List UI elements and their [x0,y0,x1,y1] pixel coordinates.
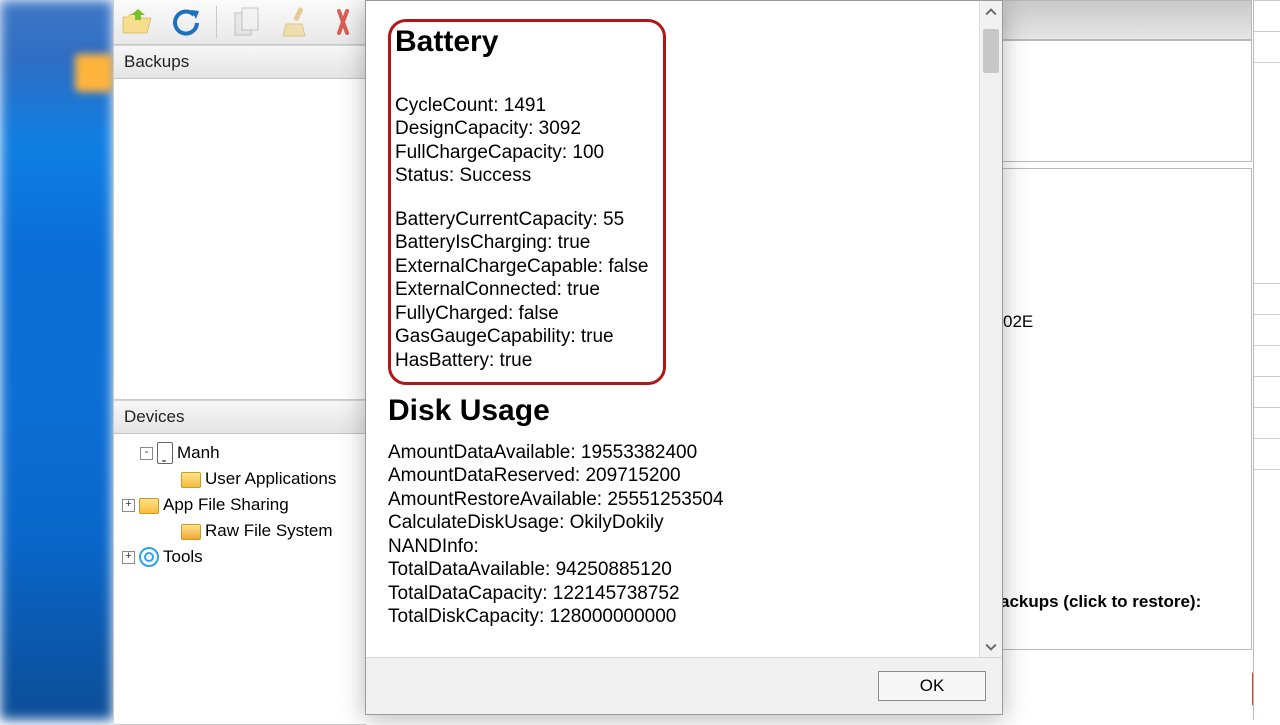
info-row: AmountDataReserved: 209715200 [388,464,962,488]
refresh-button[interactable] [168,5,202,39]
expand-icon[interactable]: + [122,499,135,512]
info-row: CycleCount: 1491 [395,94,653,118]
disk-heading: Disk Usage [388,399,962,423]
info-row: FullChargeCapacity: 100 [395,141,653,165]
ok-button[interactable]: OK [878,671,986,701]
device-info-dialog: × Battery CycleCount: 1491DesignCapacity… [365,0,1003,715]
dialog-footer: OK [366,657,1002,714]
info-row: FullyCharged: false [395,302,653,326]
battery-highlight-box: Battery CycleCount: 1491DesignCapacity: … [388,19,666,385]
chevron-down-icon [985,641,997,653]
toolbar [114,0,366,45]
folder-icon [181,524,201,540]
devices-header: Devices [114,400,366,434]
open-folder-button[interactable] [120,5,154,39]
copy-button[interactable] [231,5,265,39]
info-row: ExternalChargeCapable: false [395,255,653,279]
delete-icon [336,7,350,37]
info-row: BatteryCurrentCapacity: 55 [395,208,653,232]
scrollbar-thumb[interactable] [983,29,999,73]
backups-panel [114,79,366,400]
open-folder-icon [121,8,153,36]
collapse-icon[interactable]: - [140,447,153,460]
expand-icon[interactable]: + [122,551,135,564]
info-row: DesignCapacity: 3092 [395,117,653,141]
copy-icon [233,7,261,37]
folder-icon [181,472,201,488]
tree-label: Tools [163,544,203,570]
tree-node-tools[interactable]: + Tools [104,544,362,570]
folder-icon [139,498,159,514]
dialog-content: Battery CycleCount: 1491DesignCapacity: … [366,1,980,658]
gear-icon [139,547,159,567]
info-row: AmountRestoreAvailable: 25551253504 [388,488,962,512]
info-row: TotalDiskCapacity: 128000000000 [388,605,962,629]
info-row: Status: Success [395,164,653,188]
refresh-icon [170,7,200,37]
desktop-blur [0,0,113,720]
battery-heading: Battery [395,30,653,54]
background-window: 02E ackups (click to restore): [1000,0,1260,720]
tree-node-device[interactable]: - Manh [122,440,362,466]
delete-button[interactable] [326,5,360,39]
tree-node-raw-fs[interactable]: Raw File System [122,518,362,544]
desktop-icon [75,54,113,92]
info-row: TotalDataCapacity: 122145738752 [388,582,962,606]
devices-panel: - Manh User Applications + App File Shar… [114,434,366,725]
backups-hint: ackups (click to restore): [1000,592,1201,612]
tree-label: Raw File System [205,518,333,544]
brush-icon [280,6,310,38]
info-row: HasBattery: true [395,349,653,373]
clean-button[interactable] [278,5,312,39]
device-tree: - Manh User Applications + App File Shar… [114,434,366,582]
info-row: CalculateDiskUsage: OkilyDokily [388,511,962,535]
serial-fragment: 02E [1003,312,1033,332]
tree-label: User Applications [205,466,336,492]
tree-node-user-apps[interactable]: User Applications [122,466,362,492]
background-window-2 [1253,0,1280,720]
phone-icon [157,442,173,464]
info-row: ExternalConnected: true [395,278,653,302]
app-left-column: Backups Devices - Manh User Applications… [113,0,366,720]
info-row: BatteryIsCharging: true [395,231,653,255]
device-label: Manh [177,440,220,466]
info-row: NANDInfo: [388,535,962,559]
scroll-up-button[interactable] [980,1,1002,23]
scroll-down-button[interactable] [980,636,1002,658]
backups-header: Backups [114,45,366,79]
vertical-scrollbar[interactable] [979,1,1002,658]
tree-label: App File Sharing [163,492,289,518]
tree-node-app-file-sharing[interactable]: + App File Sharing [104,492,362,518]
info-row: AmountDataAvailable: 19553382400 [388,441,962,465]
chevron-up-icon [985,6,997,18]
info-row: TotalDataAvailable: 94250885120 [388,558,962,582]
info-row: GasGaugeCapability: true [395,325,653,349]
toolbar-separator [216,6,217,38]
